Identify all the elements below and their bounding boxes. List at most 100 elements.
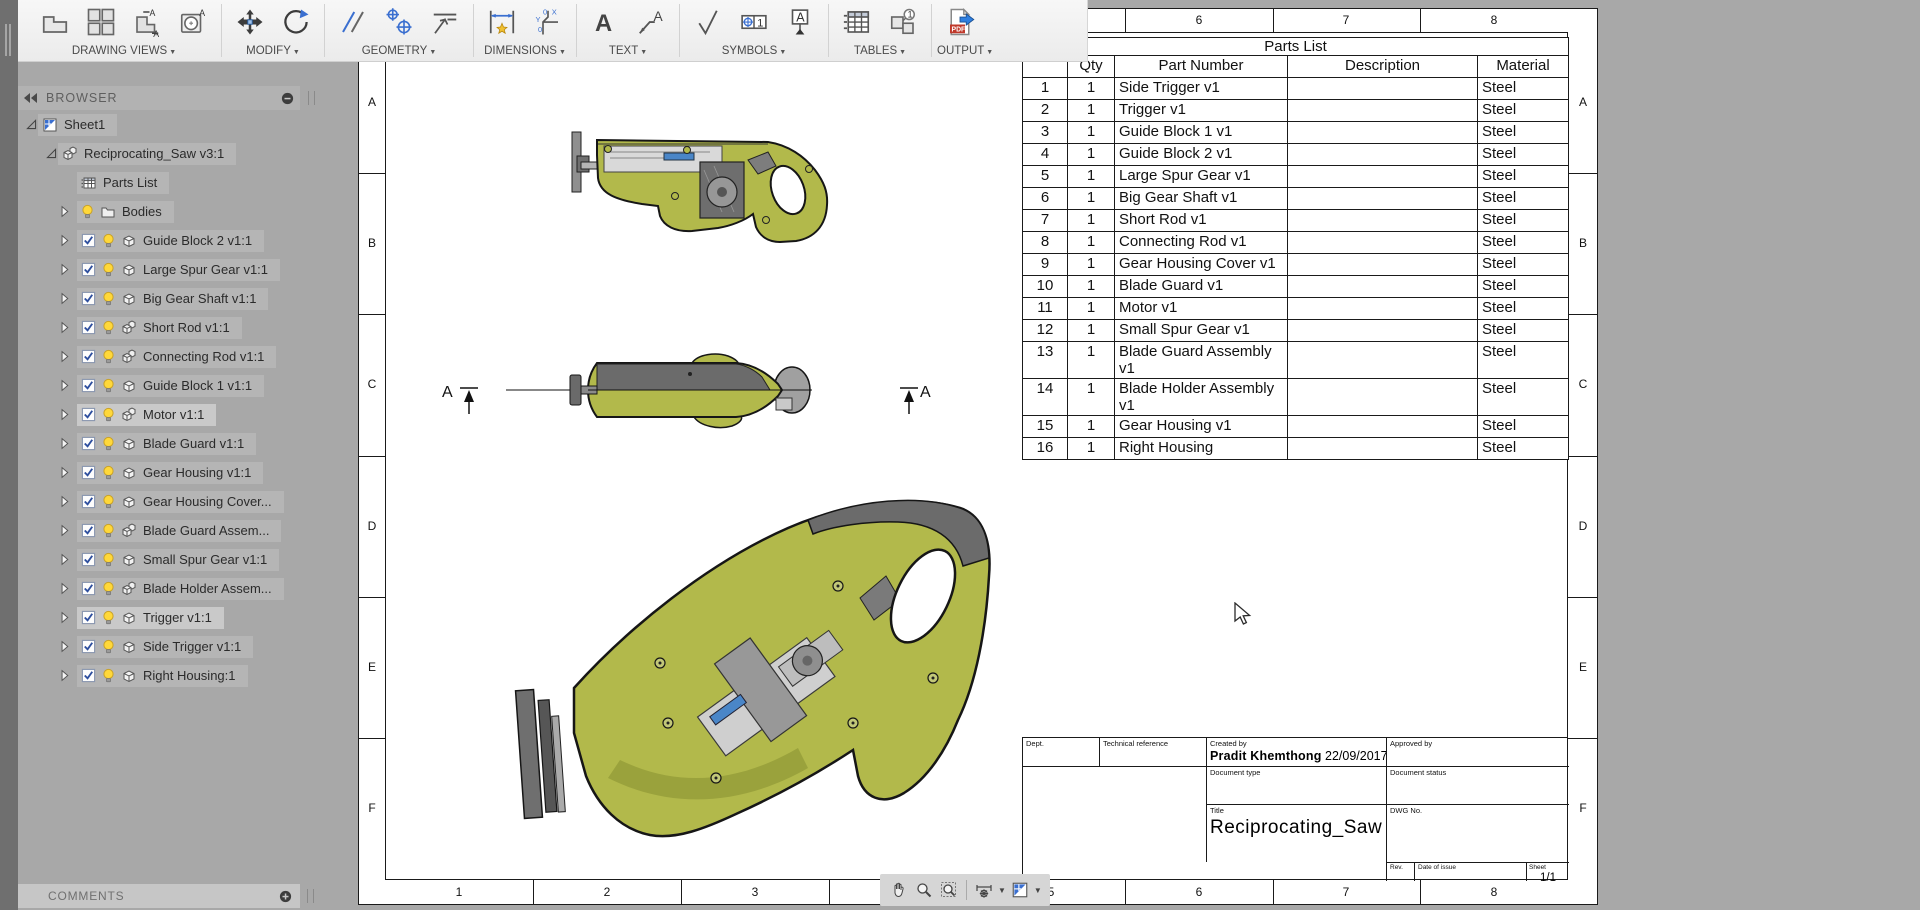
move-button[interactable]: [227, 1, 273, 43]
collapsed-arrow-icon[interactable]: [58, 466, 71, 479]
collapsed-arrow-icon[interactable]: [58, 582, 71, 595]
component-node[interactable]: Side Trigger v1:1: [77, 636, 253, 658]
leader-text-button[interactable]: A: [628, 1, 674, 43]
visibility-bulb-icon[interactable]: [102, 262, 115, 278]
collapse-panel-icon[interactable]: [24, 93, 38, 103]
modify-menu[interactable]: MODIFY▼: [227, 44, 319, 60]
visibility-checkbox-icon[interactable]: [81, 320, 96, 335]
bodies-node[interactable]: Bodies: [77, 201, 174, 223]
visibility-checkbox-icon[interactable]: [81, 465, 96, 480]
collapsed-arrow-icon[interactable]: [58, 611, 71, 624]
zoom-window-button[interactable]: [938, 879, 960, 901]
drawing-views-menu[interactable]: DRAWING VIEWS▼: [32, 44, 216, 60]
component-node[interactable]: Small Spur Gear v1:1: [77, 549, 279, 571]
surface-texture-button[interactable]: [685, 1, 731, 43]
collapsed-arrow-icon[interactable]: [58, 495, 71, 508]
text-menu[interactable]: TEXT▼: [582, 44, 674, 60]
text-button[interactable]: A: [582, 1, 628, 43]
visibility-bulb-icon[interactable]: [81, 204, 94, 220]
dimensions-menu[interactable]: DIMENSIONS▼: [479, 44, 571, 60]
view-isometric-cutaway[interactable]: [516, 500, 990, 836]
collapsed-arrow-icon[interactable]: [58, 379, 71, 392]
component-node[interactable]: Blade Holder Assem...: [77, 578, 284, 600]
visibility-bulb-icon[interactable]: [102, 610, 115, 626]
visibility-bulb-icon[interactable]: [102, 639, 115, 655]
collapsed-arrow-icon[interactable]: [58, 669, 71, 682]
component-node[interactable]: Gear Housing Cover...: [77, 491, 284, 513]
visibility-checkbox-icon[interactable]: [81, 262, 96, 277]
visibility-checkbox-icon[interactable]: [81, 233, 96, 248]
assembly-node[interactable]: Reciprocating_Saw v3:1: [58, 143, 236, 165]
feature-control-frame-button[interactable]: A: [777, 1, 823, 43]
center-mark-button[interactable]: [376, 1, 422, 43]
collapsed-arrow-icon[interactable]: [58, 437, 71, 450]
collapsed-arrow-icon[interactable]: [58, 408, 71, 421]
balloon-button[interactable]: 1: [880, 1, 926, 43]
component-node[interactable]: Trigger v1:1: [77, 607, 224, 629]
visibility-bulb-icon[interactable]: [102, 523, 115, 539]
title-block[interactable]: Dept. Technical reference Created by Pra…: [1022, 737, 1568, 880]
component-node[interactable]: Large Spur Gear v1:1: [77, 259, 280, 281]
visibility-bulb-icon[interactable]: [102, 494, 115, 510]
component-node[interactable]: Guide Block 1 v1:1: [77, 375, 264, 397]
view-side-section[interactable]: [572, 132, 827, 242]
geometry-menu[interactable]: GEOMETRY▼: [330, 44, 468, 60]
visibility-checkbox-icon[interactable]: [81, 494, 96, 509]
drawing-sheet[interactable]: A A: [358, 8, 1598, 905]
dimension-button[interactable]: [479, 1, 525, 43]
symbols-menu[interactable]: SYMBOLS▼: [685, 44, 823, 60]
visibility-bulb-icon[interactable]: [102, 349, 115, 365]
base-view-button[interactable]: [32, 1, 78, 43]
pan-button[interactable]: [888, 879, 910, 901]
zoom-button[interactable]: [913, 879, 935, 901]
expanded-arrow-icon[interactable]: [45, 147, 58, 160]
visibility-bulb-icon[interactable]: [102, 378, 115, 394]
sketch-lines-button[interactable]: [330, 1, 376, 43]
output-pdf-button[interactable]: PDF: [937, 1, 983, 43]
panel-resize-grip[interactable]: [308, 91, 315, 105]
collapsed-arrow-icon[interactable]: [58, 292, 71, 305]
visibility-checkbox-icon[interactable]: [81, 552, 96, 567]
component-node[interactable]: Gear Housing v1:1: [77, 462, 263, 484]
ordinate-dimension-button[interactable]: 0X Y0: [525, 1, 571, 43]
rotate-button[interactable]: [273, 1, 319, 43]
view-settings-button[interactable]: [973, 879, 995, 901]
visibility-checkbox-icon[interactable]: [81, 668, 96, 683]
visibility-checkbox-icon[interactable]: [81, 639, 96, 654]
component-node[interactable]: Connecting Rod v1:1: [77, 346, 276, 368]
view-settings-caret-icon[interactable]: ▼: [998, 886, 1006, 895]
visibility-checkbox-icon[interactable]: [81, 581, 96, 596]
datum-identifier-button[interactable]: 1: [731, 1, 777, 43]
component-node[interactable]: Guide Block 2 v1:1: [77, 230, 264, 252]
panel-resize-grip[interactable]: [307, 889, 314, 903]
add-comment-icon[interactable]: [279, 890, 292, 903]
parts-list-table[interactable]: Parts List Qty Part Number Description M…: [1022, 37, 1569, 460]
sheet-settings-caret-icon[interactable]: ▼: [1034, 886, 1042, 895]
sheet1-node[interactable]: Sheet1: [38, 114, 117, 136]
visibility-bulb-icon[interactable]: [102, 291, 115, 307]
component-node[interactable]: Right Housing:1: [77, 665, 248, 687]
collapsed-panel-strip[interactable]: [0, 0, 18, 910]
component-node[interactable]: Motor v1:1: [77, 404, 216, 426]
view-top-section-line[interactable]: A A: [442, 354, 931, 428]
visibility-bulb-icon[interactable]: [102, 668, 115, 684]
collapsed-arrow-icon[interactable]: [58, 524, 71, 537]
visibility-bulb-icon[interactable]: [102, 436, 115, 452]
visibility-checkbox-icon[interactable]: [81, 436, 96, 451]
edge-extension-button[interactable]: [422, 1, 468, 43]
collapsed-arrow-icon[interactable]: [58, 321, 71, 334]
collapsed-arrow-icon[interactable]: [58, 234, 71, 247]
parts-list-node[interactable]: Parts List: [77, 172, 169, 194]
output-menu[interactable]: OUTPUT▼: [937, 44, 993, 60]
minimize-panel-icon[interactable]: [281, 92, 294, 105]
detail-view-button[interactable]: A: [170, 1, 216, 43]
tables-menu[interactable]: TABLES▼: [834, 44, 926, 60]
collapsed-arrow-icon[interactable]: [58, 350, 71, 363]
section-view-button[interactable]: AA: [124, 1, 170, 43]
visibility-checkbox-icon[interactable]: [81, 523, 96, 538]
component-node[interactable]: Short Rod v1:1: [77, 317, 242, 339]
component-node[interactable]: Big Gear Shaft v1:1: [77, 288, 268, 310]
comments-bar[interactable]: COMMENTS: [18, 884, 300, 908]
sheet-settings-button[interactable]: [1009, 879, 1031, 901]
expanded-arrow-icon[interactable]: [25, 118, 38, 131]
